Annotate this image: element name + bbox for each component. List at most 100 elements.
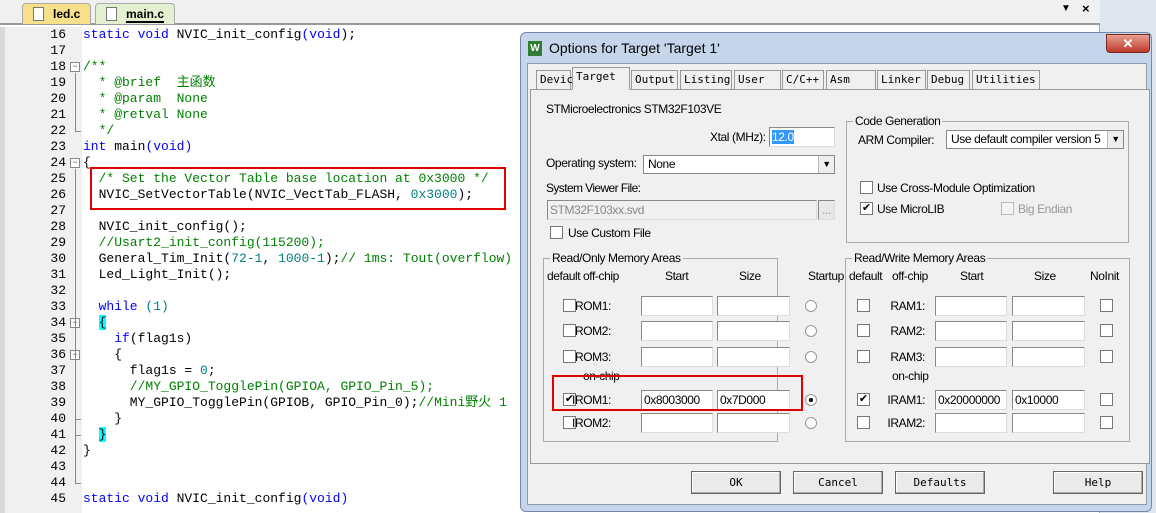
column-header: Size <box>739 269 761 283</box>
code-line[interactable]: } <box>83 411 122 427</box>
code-line[interactable]: int main(void) <box>83 139 192 155</box>
line-number: 30 <box>50 251 66 266</box>
ok-button[interactable]: OK <box>691 471 781 494</box>
ro-row-label: IROM2: <box>572 416 611 430</box>
rw-start-input[interactable] <box>935 321 1007 341</box>
noinit-checkbox[interactable] <box>1100 299 1113 312</box>
code-line[interactable]: static void NVIC_init_config(void); <box>83 27 356 43</box>
microlib-checkbox[interactable]: ✔ <box>860 202 873 215</box>
fold-collapse-icon[interactable]: − <box>70 158 80 168</box>
column-header: Start <box>665 269 689 283</box>
startup-radio[interactable] <box>805 394 817 406</box>
microlib-label: Use MicroLIB <box>877 202 945 216</box>
tab-main-c[interactable]: main.c <box>95 3 176 24</box>
rw-row-label: RAM2: <box>890 324 925 338</box>
noinit-checkbox[interactable] <box>1100 350 1113 363</box>
ro-start-input[interactable] <box>641 321 713 341</box>
noinit-checkbox[interactable] <box>1100 324 1113 337</box>
code-token: (1) <box>145 299 169 314</box>
rw-size-input[interactable] <box>1012 296 1085 316</box>
rw-size-input[interactable] <box>1012 347 1085 367</box>
code-line[interactable]: static void NVIC_init_config(void) <box>83 491 348 507</box>
custom-file-checkbox[interactable] <box>550 226 563 239</box>
code-token: , <box>262 251 279 266</box>
code-token: // 1ms: Tout(overflow) <box>340 251 513 266</box>
cancel-button[interactable]: Cancel <box>793 471 883 494</box>
startup-radio[interactable] <box>805 417 817 429</box>
tab-user[interactable]: User <box>734 70 781 89</box>
code-line[interactable]: NVIC_init_config(); <box>83 219 247 235</box>
ro-start-input[interactable] <box>641 296 713 316</box>
tab-target[interactable]: Target <box>572 67 630 90</box>
os-select[interactable]: None ▼ <box>643 155 835 174</box>
tab-cc[interactable]: C/C++ <box>782 70 824 89</box>
code-line[interactable]: Led_Light_Init(); <box>83 267 232 283</box>
code-line[interactable]: /** <box>83 59 106 75</box>
code-line[interactable]: //MY_GPIO_TogglePin(GPIOA, GPIO_Pin_5); <box>83 379 434 395</box>
tab-utilities[interactable]: Utilities <box>972 70 1040 89</box>
rw-start-input[interactable]: 0x20000000 <box>935 390 1007 410</box>
cross-module-checkbox[interactable] <box>860 181 873 194</box>
code-token: NVIC_init_config <box>176 491 302 506</box>
code-line[interactable]: //Usart2_init_config(115200); <box>83 235 325 251</box>
code-line[interactable]: } <box>83 427 107 443</box>
ro-start-input[interactable] <box>641 347 713 367</box>
noinit-checkbox[interactable] <box>1100 393 1113 406</box>
ro-start-input[interactable] <box>641 413 713 433</box>
group-title: Code Generation <box>853 114 943 128</box>
help-button[interactable]: Help <box>1053 471 1143 494</box>
tab-debug[interactable]: Debug <box>927 70 970 89</box>
code-line[interactable]: */ <box>83 123 115 139</box>
cross-module-label: Use Cross-Module Optimization <box>877 181 1035 195</box>
rw-default-checkbox[interactable] <box>857 416 870 429</box>
tab-led-c[interactable]: led.c <box>22 3 92 24</box>
rw-row-label: RAM3: <box>890 350 925 364</box>
rw-size-input[interactable] <box>1012 321 1085 341</box>
tab-asm[interactable]: Asm <box>826 70 876 89</box>
code-line[interactable]: { <box>83 347 122 363</box>
code-line[interactable]: flag1s = 0; <box>83 363 216 379</box>
ro-size-input[interactable] <box>717 296 790 316</box>
tab-output[interactable]: Output <box>631 70 678 89</box>
rw-default-checkbox[interactable] <box>857 299 870 312</box>
ro-size-input[interactable] <box>717 321 790 341</box>
rw-start-input[interactable] <box>935 347 1007 367</box>
rw-default-checkbox[interactable] <box>857 350 870 363</box>
fold-collapse-icon[interactable]: − <box>70 62 80 72</box>
code-line[interactable]: if(flag1s) <box>83 331 192 347</box>
code-line[interactable]: MY_GPIO_TogglePin(GPIOB, GPIO_Pin_0);//M… <box>83 395 507 411</box>
rw-start-input[interactable] <box>935 413 1007 433</box>
column-header: default <box>849 269 883 283</box>
xtal-input[interactable]: 12.0 <box>769 127 835 147</box>
tab-list-dropdown-icon[interactable]: ▼ <box>1061 3 1071 14</box>
noinit-checkbox[interactable] <box>1100 416 1113 429</box>
startup-radio[interactable] <box>805 300 817 312</box>
defaults-button[interactable]: Defaults <box>895 471 985 494</box>
rw-start-input[interactable] <box>935 296 1007 316</box>
rw-default-checkbox[interactable] <box>857 324 870 337</box>
code-line[interactable]: { <box>83 315 107 331</box>
code-token: main <box>114 139 146 154</box>
close-file-icon[interactable]: × <box>1082 1 1090 16</box>
rw-size-input[interactable]: 0x10000 <box>1012 390 1085 410</box>
code-line[interactable]: * @brief 主函数 <box>83 75 216 91</box>
startup-radio[interactable] <box>805 325 817 337</box>
code-line[interactable]: * @param None <box>83 91 208 107</box>
ro-size-input[interactable] <box>717 413 790 433</box>
code-line[interactable]: * @retval None <box>83 107 208 123</box>
ro-size-input[interactable] <box>717 347 790 367</box>
code-line[interactable]: General_Tim_Init(72-1, 1000-1);// 1ms: T… <box>83 251 513 267</box>
line-number: 42 <box>50 443 66 458</box>
code-line[interactable]: } <box>83 443 91 459</box>
tab-device[interactable]: Device <box>536 70 580 89</box>
rw-size-input[interactable] <box>1012 413 1085 433</box>
column-header: off-chip <box>892 269 928 283</box>
compiler-select[interactable]: Use default compiler version 5 ▼ <box>946 130 1124 149</box>
file-tab-bar: led.c main.c ▼ × <box>0 0 1100 25</box>
code-line[interactable]: while (1) <box>83 299 169 315</box>
tab-linker[interactable]: Linker <box>877 70 926 89</box>
compiler-label: ARM Compiler: <box>858 133 935 147</box>
startup-radio[interactable] <box>805 351 817 363</box>
tab-listing[interactable]: Listing <box>680 70 732 89</box>
rw-default-checkbox[interactable]: ✔ <box>857 393 870 406</box>
